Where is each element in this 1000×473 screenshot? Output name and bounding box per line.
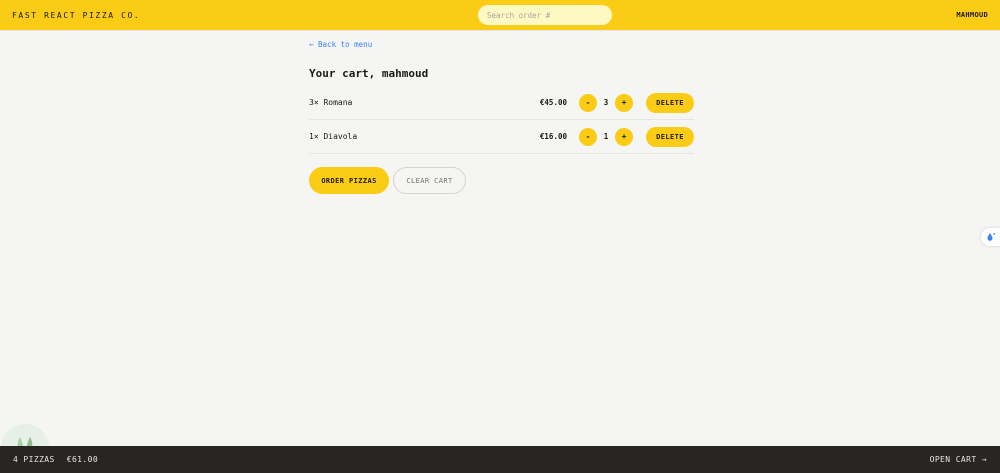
item-quantity: 3 (603, 98, 609, 107)
cart-item: 1× Diavola €16.00 - 1 + Delete (309, 120, 694, 154)
delete-item-button[interactable]: Delete (646, 126, 694, 147)
username: mahmoud (956, 11, 988, 19)
cart-summary: 4 pizzas €61.00 (13, 455, 98, 464)
pizza-count: 4 pizzas (13, 455, 55, 464)
cart-actions: Order pizzas Clear cart (309, 167, 466, 194)
increase-quantity-button[interactable]: + (615, 93, 633, 112)
increase-quantity-button[interactable]: + (615, 127, 633, 146)
item-price: €16.00 (539, 132, 567, 141)
app-header: Fast React Pizza Co. mahmoud (0, 0, 1000, 31)
item-name: 3× Romana (309, 98, 353, 107)
item-controls: €45.00 - 3 + Delete (527, 92, 694, 113)
item-quantity: 1 (603, 132, 609, 141)
order-pizzas-button[interactable]: Order pizzas (309, 167, 389, 194)
water-drop-icon[interactable] (981, 228, 1000, 246)
open-cart-link[interactable]: Open cart → (930, 455, 987, 464)
item-price: €45.00 (539, 98, 567, 107)
cart-item: 3× Romana €45.00 - 3 + Delete (309, 86, 694, 120)
item-name: 1× Diavola (309, 132, 358, 141)
cart-total: €61.00 (66, 455, 99, 464)
cart-list: 3× Romana €45.00 - 3 + Delete 1× Diavola… (309, 86, 694, 154)
item-controls: €16.00 - 1 + Delete (527, 126, 694, 147)
app-logo[interactable]: Fast React Pizza Co. (12, 11, 140, 20)
delete-item-button[interactable]: Delete (646, 92, 694, 113)
search-order-input[interactable] (478, 5, 612, 25)
clear-cart-button[interactable]: Clear cart (393, 167, 466, 194)
decrease-quantity-button[interactable]: - (579, 127, 597, 146)
decrease-quantity-button[interactable]: - (579, 93, 597, 112)
back-to-menu-link[interactable]: ← Back to menu (309, 40, 372, 49)
page-title: Your cart, mahmoud (309, 67, 429, 80)
cart-overview-bar: 4 pizzas €61.00 Open cart → (0, 446, 1000, 473)
